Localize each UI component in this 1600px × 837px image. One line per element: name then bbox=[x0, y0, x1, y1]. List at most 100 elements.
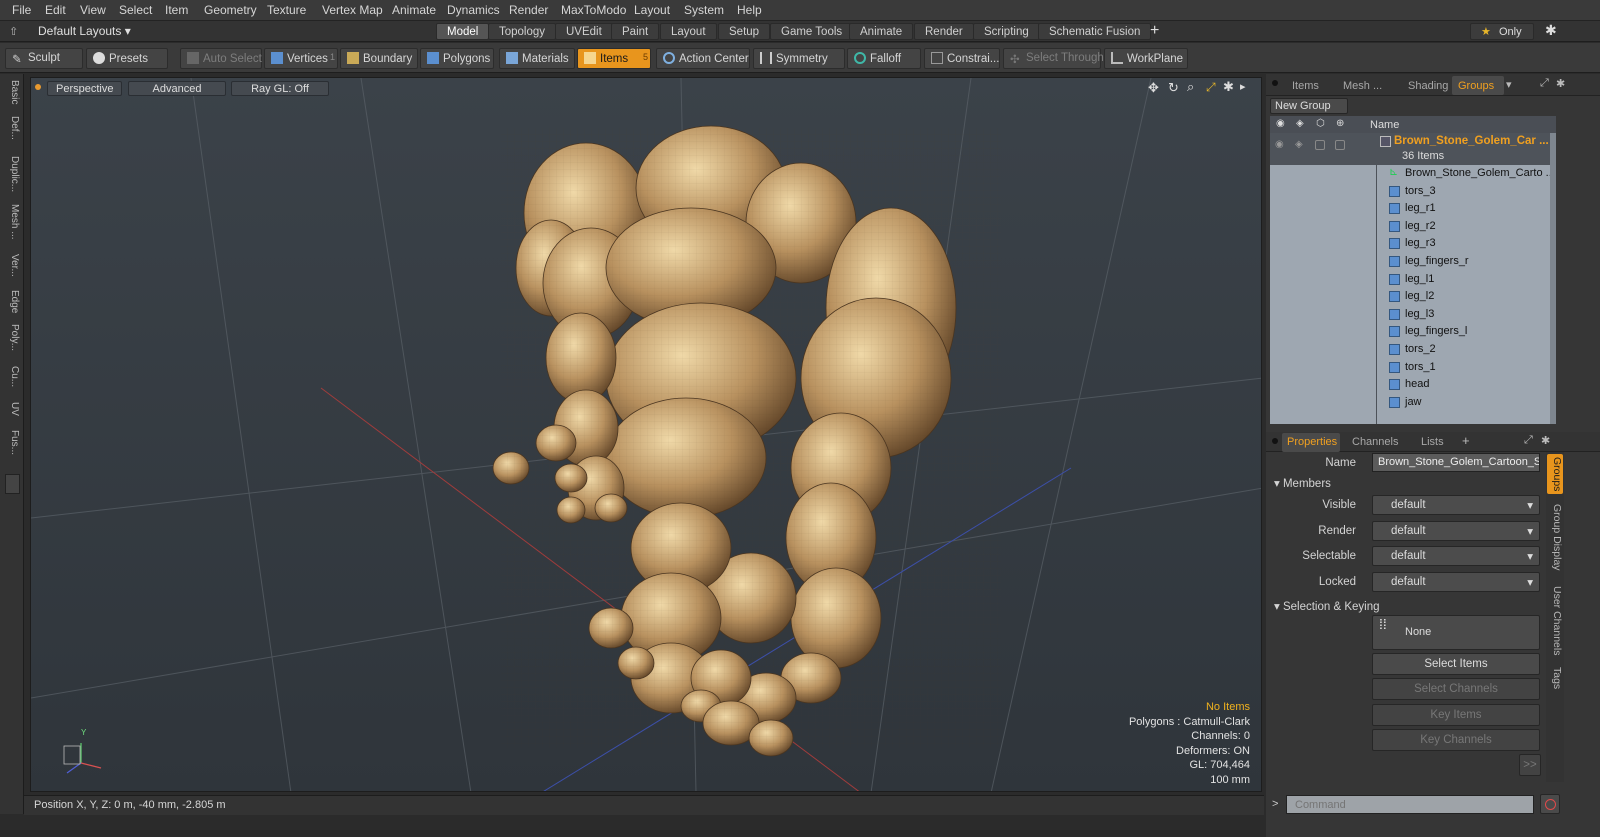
list-item[interactable]: tors_3 bbox=[1270, 183, 1556, 201]
constraints-button[interactable]: Constrai... bbox=[924, 48, 1000, 69]
menu-animate[interactable]: Animate bbox=[392, 3, 436, 17]
workplane-button[interactable]: WorkPlane bbox=[1104, 48, 1188, 69]
key-items-button[interactable]: Key Items bbox=[1372, 704, 1540, 726]
tab-model[interactable]: Model bbox=[436, 23, 490, 40]
menu-geometry[interactable]: Geometry bbox=[204, 3, 257, 17]
tab-setup[interactable]: Setup bbox=[718, 23, 771, 40]
list-item[interactable]: leg_r2 bbox=[1270, 218, 1556, 236]
lock-col-icon[interactable]: ⊕ bbox=[1336, 118, 1344, 129]
groups-list[interactable]: ◉ ◈ ⬡ ⊕ Name ◉ ◈ Brown_Stone_Golem_Car .… bbox=[1270, 116, 1556, 424]
3d-viewport[interactable]: Y Perspective Advanced Ray GL: Off ✥ ↻ ⌕… bbox=[30, 77, 1262, 792]
raygl-button[interactable]: Ray GL: Off bbox=[231, 81, 329, 96]
vtab-group-display[interactable]: Group Display bbox=[1547, 504, 1563, 571]
tab-topology[interactable]: Topology bbox=[488, 23, 557, 40]
render-select[interactable]: default bbox=[1372, 521, 1540, 541]
items-button[interactable]: Items 5 bbox=[577, 48, 651, 69]
list-item[interactable]: leg_fingers_l bbox=[1270, 323, 1556, 341]
group-name-field[interactable]: Brown_Stone_Golem_Cartoon_St bbox=[1372, 453, 1540, 472]
only-toggle[interactable]: ★ Only bbox=[1470, 23, 1534, 40]
vtab-groups[interactable]: Groups bbox=[1547, 454, 1563, 494]
move-view-icon[interactable]: ✥ bbox=[1148, 80, 1159, 96]
advanced-button[interactable]: Advanced bbox=[128, 81, 226, 96]
group-visible-icon[interactable]: ◉ bbox=[1275, 139, 1284, 150]
vtab-user-channels[interactable]: User Channels bbox=[1547, 586, 1563, 655]
list-item[interactable]: leg_l3 bbox=[1270, 306, 1556, 324]
tab-lists[interactable]: Lists bbox=[1421, 436, 1444, 448]
menu-dynamics[interactable]: Dynamics bbox=[447, 3, 500, 17]
props-gear-icon[interactable]: ✱ bbox=[1541, 434, 1550, 447]
tab-animate[interactable]: Animate bbox=[849, 23, 914, 40]
left-tab-fusion[interactable]: Fus... bbox=[4, 430, 20, 455]
list-item[interactable]: ⊾ Brown_Stone_Golem_Carto ... bbox=[1270, 165, 1556, 183]
group-select-checkbox[interactable] bbox=[1315, 140, 1325, 150]
record-button[interactable] bbox=[1540, 794, 1560, 814]
list-item[interactable]: tors_1 bbox=[1270, 359, 1556, 377]
command-input[interactable] bbox=[1286, 795, 1534, 814]
panel-menu-icon[interactable] bbox=[1272, 80, 1278, 86]
maximize-icon[interactable]: ⤢ bbox=[1206, 80, 1216, 95]
selection-keying-section[interactable]: ▾ Selection & Keying bbox=[1274, 599, 1380, 613]
select-through-button[interactable]: ✣ Select Through bbox=[1003, 48, 1104, 69]
left-tab-basic[interactable]: Basic bbox=[4, 80, 20, 104]
list-item[interactable]: leg_r1 bbox=[1270, 200, 1556, 218]
perspective-button[interactable]: Perspective bbox=[47, 81, 123, 96]
key-channels-button[interactable]: Key Channels bbox=[1372, 729, 1540, 751]
menu-file[interactable]: File bbox=[12, 3, 31, 17]
menu-maxtomodo[interactable]: MaxToModo bbox=[561, 3, 626, 17]
selectable-select[interactable]: default bbox=[1372, 546, 1540, 566]
tab-groups[interactable]: Groups bbox=[1458, 80, 1494, 92]
boundary-button[interactable]: Boundary bbox=[340, 48, 418, 69]
tab-shading[interactable]: Shading bbox=[1408, 80, 1448, 92]
tab-schematic-fusion[interactable]: Schematic Fusion bbox=[1038, 23, 1152, 40]
group-lock-checkbox[interactable] bbox=[1335, 140, 1345, 150]
list-item[interactable]: leg_l1 bbox=[1270, 271, 1556, 289]
select-col-icon[interactable]: ⬡ bbox=[1316, 118, 1325, 129]
tab-render[interactable]: Render bbox=[914, 23, 974, 40]
add-tab-icon[interactable]: + bbox=[1150, 22, 1159, 40]
menu-edit[interactable]: Edit bbox=[45, 3, 66, 17]
list-item[interactable]: tors_2 bbox=[1270, 341, 1556, 359]
tabs-dropdown-icon[interactable]: ▾ bbox=[1506, 78, 1512, 91]
tab-channels[interactable]: Channels bbox=[1352, 436, 1398, 448]
select-items-button[interactable]: Select Items bbox=[1372, 653, 1540, 675]
panel-gear-icon[interactable]: ✱ bbox=[1556, 77, 1565, 90]
props-menu-icon[interactable] bbox=[1272, 438, 1278, 444]
menu-select[interactable]: Select bbox=[119, 3, 152, 17]
viewport-menu-icon[interactable] bbox=[35, 84, 41, 90]
presets-button[interactable]: Presets bbox=[86, 48, 168, 69]
polygons-button[interactable]: Polygons bbox=[420, 48, 494, 69]
left-tab-curve[interactable]: Cu... bbox=[4, 366, 20, 387]
tab-uvedit[interactable]: UVEdit bbox=[555, 23, 613, 40]
menu-help[interactable]: Help bbox=[737, 3, 762, 17]
vertices-button[interactable]: Vertices 1 bbox=[264, 48, 338, 69]
add-props-tab-icon[interactable]: + bbox=[1462, 433, 1470, 448]
zoom-icon[interactable]: ⌕ bbox=[1187, 79, 1194, 95]
list-item[interactable]: jaw bbox=[1270, 394, 1556, 412]
tab-game-tools[interactable]: Game Tools bbox=[770, 23, 854, 40]
menu-item[interactable]: Item bbox=[165, 3, 188, 17]
falloff-button[interactable]: Falloff bbox=[847, 48, 921, 69]
menu-render[interactable]: Render bbox=[509, 3, 548, 17]
left-tab-uv[interactable]: UV bbox=[4, 402, 20, 416]
left-tab-edge[interactable]: Edge bbox=[4, 290, 20, 313]
list-item[interactable]: leg_fingers_r bbox=[1270, 253, 1556, 271]
rotate-view-icon[interactable]: ↻ bbox=[1168, 80, 1179, 96]
render-col-icon[interactable]: ◈ bbox=[1296, 118, 1304, 129]
menu-layout[interactable]: Layout bbox=[634, 3, 670, 17]
selection-set-field[interactable]: ⁞⁞ None bbox=[1372, 615, 1540, 650]
members-section[interactable]: ▾ Members bbox=[1274, 476, 1331, 490]
collapse-icon[interactable]: ⇧ bbox=[9, 25, 18, 38]
tab-mesh[interactable]: Mesh ... bbox=[1343, 80, 1382, 92]
list-item[interactable]: leg_l2 bbox=[1270, 288, 1556, 306]
menu-view[interactable]: View bbox=[80, 3, 106, 17]
menu-system[interactable]: System bbox=[684, 3, 724, 17]
left-tab-deform[interactable]: Def... bbox=[4, 116, 20, 140]
symmetry-button[interactable]: Symmetry bbox=[753, 48, 845, 69]
sculpt-button[interactable]: ✎ Sculpt bbox=[5, 48, 83, 69]
visibility-col-icon[interactable]: ◉ bbox=[1276, 118, 1285, 129]
viewport-gear-icon[interactable]: ✱ bbox=[1223, 79, 1234, 95]
visible-select[interactable]: default bbox=[1372, 495, 1540, 515]
left-strip-expand-button[interactable] bbox=[5, 474, 20, 494]
gear-icon[interactable]: ✱ bbox=[1545, 22, 1557, 39]
group-row[interactable]: ◉ ◈ Brown_Stone_Golem_Car ... 36 Items bbox=[1270, 133, 1556, 165]
